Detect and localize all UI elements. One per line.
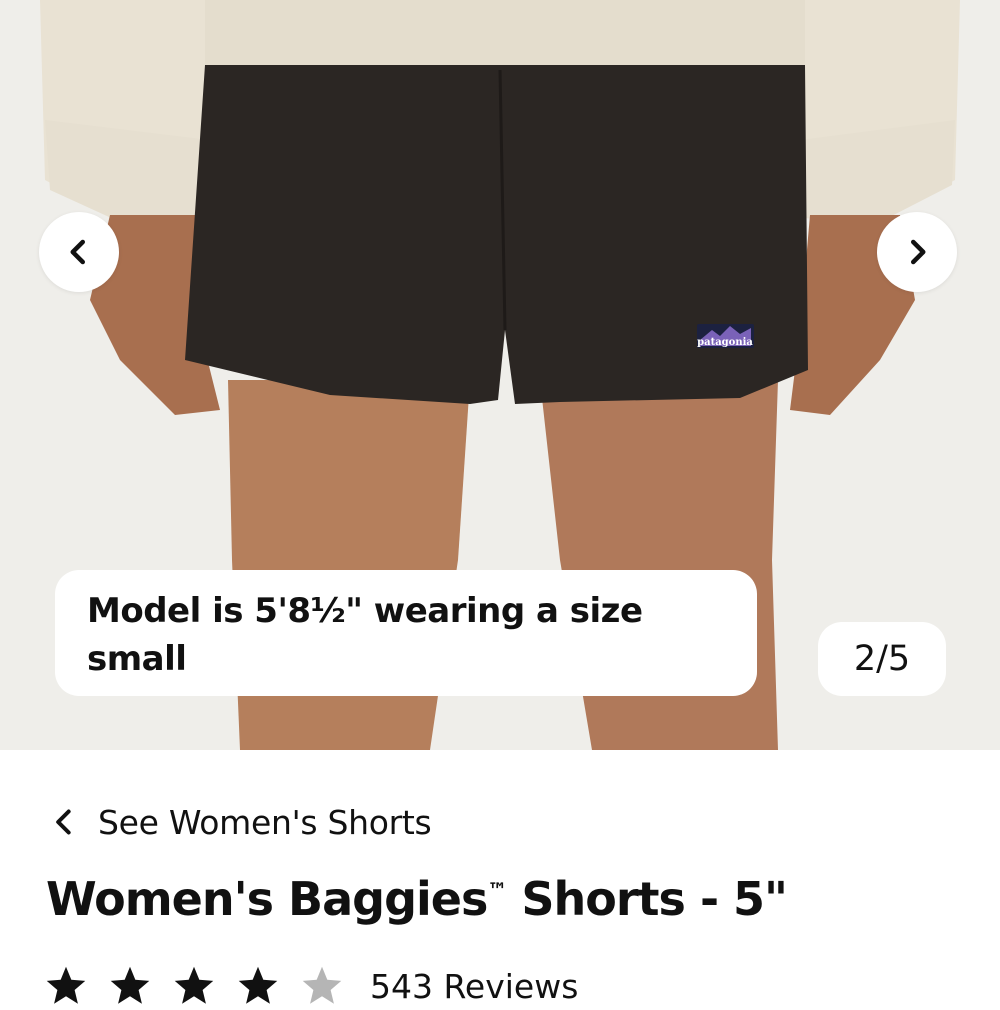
product-rating[interactable]: 543 Reviews: [44, 962, 578, 1010]
chevron-left-icon: [70, 239, 85, 265]
chevron-left-icon: [56, 809, 71, 835]
next-image-button[interactable]: [877, 212, 957, 292]
star-filled-icon: [238, 966, 278, 1004]
trademark-symbol: ™: [487, 878, 507, 902]
image-caption: Model is 5'8½" wearing a size small: [55, 570, 757, 696]
breadcrumb-label: See Women's Shorts: [98, 802, 432, 842]
star-filled-icon: [110, 966, 150, 1004]
product-title: Women's Baggies™ Shorts - 5": [46, 872, 788, 926]
chevron-right-icon: [911, 239, 926, 265]
brand-tag-label: patagonia: [697, 337, 753, 348]
star-filled-icon: [46, 966, 86, 1004]
image-caption-text: Model is 5'8½" wearing a size small: [87, 591, 643, 679]
star-filled-icon: [174, 966, 214, 1004]
back-to-category-link[interactable]: See Women's Shorts: [50, 800, 432, 844]
image-counter-text: 2/5: [853, 639, 911, 679]
previous-image-button[interactable]: [39, 212, 119, 292]
star-empty-icon: [302, 966, 342, 1004]
product-title-name: Women's Baggies: [46, 872, 488, 926]
product-image-gallery[interactable]: patagonia Model is 5'8½" wearing a size …: [0, 0, 1000, 750]
image-counter: 2/5: [818, 622, 946, 696]
product-title-suffix: Shorts - 5": [506, 872, 788, 926]
